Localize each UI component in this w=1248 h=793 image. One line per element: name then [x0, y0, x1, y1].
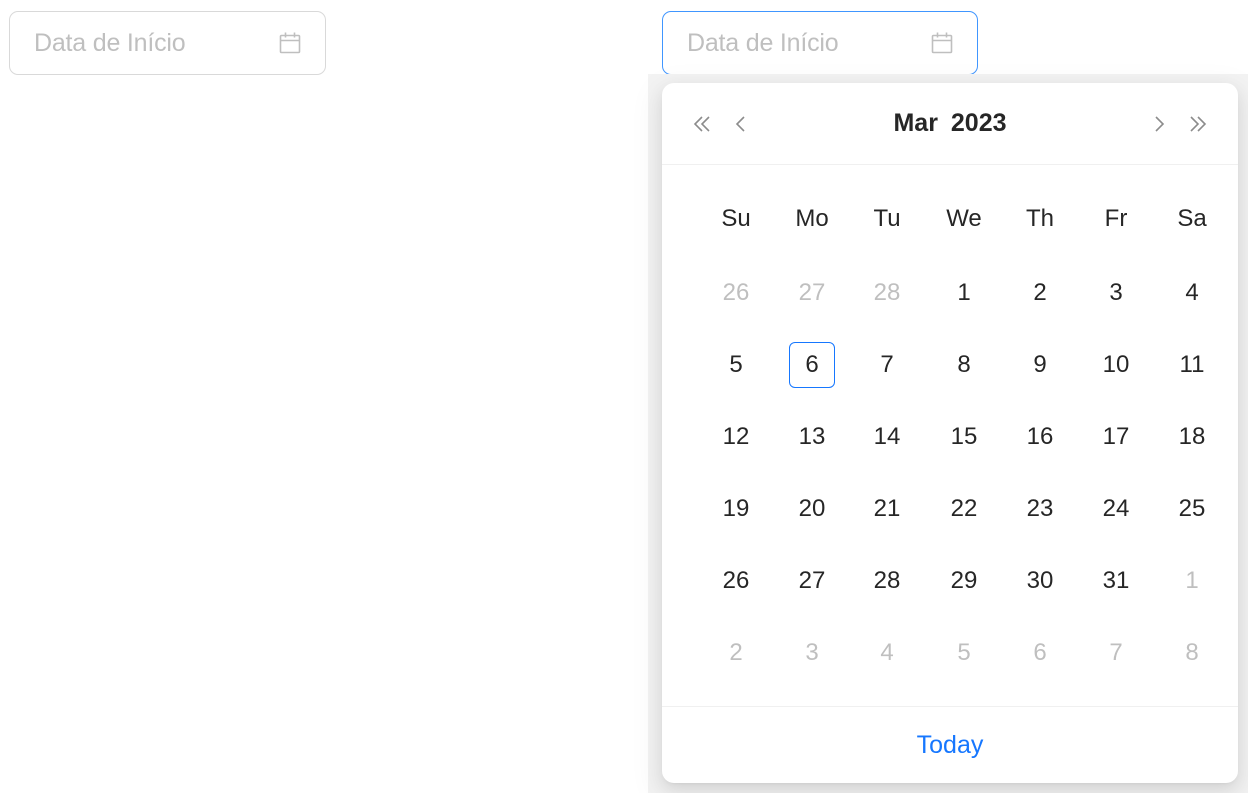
calendar-day[interactable]: 22: [937, 485, 991, 533]
calendar-day[interactable]: 30: [1013, 557, 1067, 605]
month-select[interactable]: Mar: [893, 109, 937, 137]
calendar-icon: [929, 30, 955, 56]
calendar-day[interactable]: 5: [937, 629, 991, 677]
next-month-icon[interactable]: [1144, 105, 1174, 143]
year-select[interactable]: 2023: [951, 109, 1007, 137]
calendar-day[interactable]: 8: [1165, 629, 1219, 677]
calendar-day[interactable]: 14: [860, 413, 914, 461]
calendar-day[interactable]: 9: [1013, 341, 1067, 389]
calendar-day[interactable]: 15: [937, 413, 991, 461]
today-button[interactable]: Today: [917, 731, 984, 760]
calendar-day[interactable]: 12: [709, 413, 763, 461]
calendar-day[interactable]: 6: [1013, 629, 1067, 677]
calendar-day[interactable]: 26: [709, 557, 763, 605]
calendar-day-today[interactable]: 6: [785, 341, 839, 389]
calendar-day[interactable]: 11: [1165, 341, 1219, 389]
calendar-day[interactable]: 16: [1013, 413, 1067, 461]
calendar-day[interactable]: 3: [785, 629, 839, 677]
calendar-day[interactable]: 19: [709, 485, 763, 533]
weekday-header: Su Mo Tu We Th Fr Sa: [662, 195, 1238, 243]
calendar-day[interactable]: 28: [860, 557, 914, 605]
calendar-day[interactable]: 21: [860, 485, 914, 533]
weekday-label: We: [946, 205, 982, 232]
weekday-label: Su: [721, 205, 751, 232]
start-date-placeholder: Data de Início: [687, 28, 839, 57]
calendar-day[interactable]: 5: [709, 341, 763, 389]
calendar-day[interactable]: 7: [1089, 629, 1143, 677]
calendar-week-row: 5 6 7 8 9 10 11: [662, 341, 1238, 389]
calendar-day[interactable]: 24: [1089, 485, 1143, 533]
calendar-day[interactable]: 4: [860, 629, 914, 677]
calendar-day[interactable]: 13: [785, 413, 839, 461]
calendar-day[interactable]: 27: [785, 557, 839, 605]
calendar-day[interactable]: 28: [860, 269, 914, 317]
calendar-dropdown: Mar 2023 Su Mo Tu We Th Fr Sa 26 27 28 1 2 3 4 5 6 7 8 9 1…: [662, 83, 1238, 783]
calendar-day[interactable]: 1: [1165, 557, 1219, 605]
calendar-day[interactable]: 27: [785, 269, 839, 317]
weekday-label: Th: [1025, 205, 1054, 232]
calendar-week-row: 26 27 28 29 30 31 1: [662, 557, 1238, 605]
start-date-placeholder: Data de Início: [34, 28, 186, 57]
calendar-day[interactable]: 25: [1165, 485, 1219, 533]
calendar-day[interactable]: 20: [785, 485, 839, 533]
calendar-week-row: 2345678: [662, 629, 1238, 677]
calendar-day[interactable]: 17: [1089, 413, 1143, 461]
calendar-day[interactable]: 23: [1013, 485, 1067, 533]
calendar-day[interactable]: 18: [1165, 413, 1219, 461]
weekday-label: Sa: [1177, 205, 1207, 232]
calendar-week-row: 26 27 28 1 2 3 4: [662, 269, 1238, 317]
calendar-day[interactable]: 29: [937, 557, 991, 605]
calendar-header: Mar 2023: [662, 83, 1238, 165]
calendar-day[interactable]: 10: [1089, 341, 1143, 389]
calendar-day[interactable]: 7: [860, 341, 914, 389]
super-next-year-icon[interactable]: [1182, 105, 1212, 143]
calendar-week-row: 12 13 14 15 16 17 18: [662, 413, 1238, 461]
calendar-day[interactable]: 1: [937, 269, 991, 317]
calendar-week-row: 19 20 21 22 23 24 25: [662, 485, 1238, 533]
start-date-picker-focused[interactable]: Data de Início: [662, 11, 978, 75]
calendar-footer: Today: [662, 706, 1238, 783]
weekday-label: Mo: [795, 205, 829, 232]
calendar-day[interactable]: 4: [1165, 269, 1219, 317]
calendar-day[interactable]: 3: [1089, 269, 1143, 317]
weekday-label: Fr: [1104, 205, 1128, 232]
calendar-day[interactable]: 31: [1089, 557, 1143, 605]
calendar-day[interactable]: 2: [1013, 269, 1067, 317]
calendar-day[interactable]: 2: [709, 629, 763, 677]
start-date-picker[interactable]: Data de Início: [9, 11, 326, 75]
calendar-day[interactable]: 26: [709, 269, 763, 317]
calendar-day[interactable]: 8: [937, 341, 991, 389]
calendar-icon: [277, 30, 303, 56]
weekday-label: Tu: [873, 205, 901, 232]
